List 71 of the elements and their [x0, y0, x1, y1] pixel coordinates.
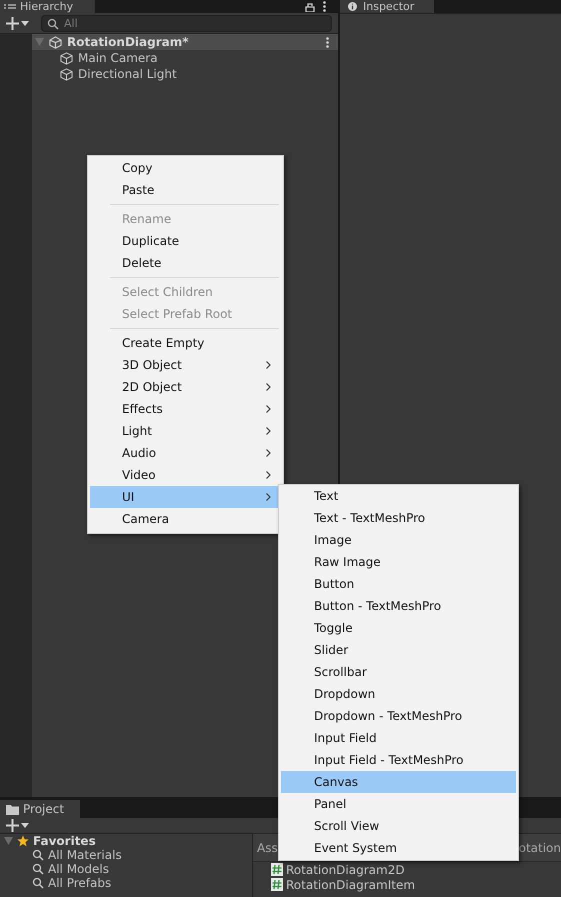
menu-item[interactable]: Event System	[281, 837, 516, 859]
menu-item[interactable]: Canvas	[281, 771, 516, 793]
favorites-item[interactable]: All Materials	[4, 848, 252, 862]
chevron-right-icon	[266, 405, 271, 413]
menu-item[interactable]: Dropdown	[281, 683, 516, 705]
menu-item[interactable]: Audio	[90, 442, 281, 464]
cube-icon	[60, 52, 73, 64]
menu-item[interactable]: Scroll View	[281, 815, 516, 837]
chevron-right-icon	[266, 361, 271, 369]
menu-item[interactable]: Effects	[90, 398, 281, 420]
unity-logo-icon	[49, 36, 62, 48]
cube-icon	[60, 68, 73, 80]
menu-item[interactable]: Image	[281, 529, 516, 551]
search-icon	[32, 849, 44, 861]
list-icon	[4, 4, 16, 9]
menu-item[interactable]: Paste	[90, 179, 281, 201]
scene-name: RotationDiagram*	[67, 34, 189, 51]
menu-item[interactable]: Duplicate	[90, 230, 281, 252]
chevron-right-icon	[266, 471, 271, 479]
favorites-row[interactable]: Favorites	[4, 834, 252, 848]
favorites-item[interactable]: All Models	[4, 862, 252, 876]
column-header: otation	[518, 840, 561, 856]
file-name[interactable]: RotationDiagramItem	[286, 876, 416, 894]
more-icon[interactable]	[323, 1, 326, 12]
scene-menu-icon[interactable]	[326, 36, 329, 48]
breadcrumb[interactable]: Ass	[257, 838, 278, 856]
menu-item[interactable]: Dropdown - TextMeshPro	[281, 705, 516, 727]
menu-item[interactable]: 2D Object	[90, 376, 281, 398]
menu-item[interactable]: Input Field - TextMeshPro	[281, 749, 516, 771]
menu-item[interactable]: Video	[90, 464, 281, 486]
menu-item[interactable]: Copy	[90, 157, 281, 179]
plus-icon	[6, 16, 19, 30]
chevron-right-icon	[266, 427, 271, 435]
menu-item[interactable]: Slider	[281, 639, 516, 661]
add-dropdown-button[interactable]	[6, 819, 29, 832]
menu-item[interactable]: Delete	[90, 252, 281, 274]
plus-icon	[6, 819, 19, 832]
file-name[interactable]: RotationDiagram2D	[286, 860, 405, 878]
menu-item[interactable]: Text	[281, 485, 516, 507]
caret-down-icon	[21, 20, 29, 26]
script-icon	[271, 878, 283, 891]
menu-item[interactable]: Camera	[90, 508, 281, 530]
menu-item[interactable]: Button	[281, 573, 516, 595]
lock-icon[interactable]	[305, 3, 315, 12]
scene-row[interactable]: RotationDiagram*	[32, 34, 338, 50]
favorites-item[interactable]: All Prefabs	[4, 876, 252, 890]
chevron-right-icon	[266, 493, 271, 501]
menu-item[interactable]: Panel	[281, 793, 516, 815]
hierarchy-item[interactable]: Directional Light	[32, 66, 338, 82]
menu-item[interactable]: Light	[90, 420, 281, 442]
menu-item[interactable]: Create Empty	[90, 332, 281, 354]
caret-down-icon	[21, 823, 29, 828]
menu-item[interactable]: UI	[90, 486, 281, 508]
chevron-right-icon	[266, 383, 271, 391]
folder-icon	[6, 804, 19, 814]
star-icon	[17, 835, 29, 847]
menu-item[interactable]: Toggle	[281, 617, 516, 639]
search-icon	[32, 863, 44, 875]
chevron-right-icon	[266, 449, 271, 457]
search-icon	[32, 877, 44, 889]
menu-item[interactable]: 3D Object	[90, 354, 281, 376]
hierarchy-item[interactable]: Main Camera	[32, 50, 338, 66]
script-icon	[271, 863, 283, 876]
menu-item[interactable]: Input Field	[281, 727, 516, 749]
search-icon	[47, 18, 59, 30]
menu-item[interactable]: Text - TextMeshPro	[281, 507, 516, 529]
menu-item[interactable]: Raw Image	[281, 551, 516, 573]
search-field[interactable]: All	[41, 14, 332, 32]
add-dropdown-button[interactable]	[6, 16, 29, 30]
menu-item[interactable]: Scrollbar	[281, 661, 516, 683]
menu-item[interactable]: Button - TextMeshPro	[281, 595, 516, 617]
